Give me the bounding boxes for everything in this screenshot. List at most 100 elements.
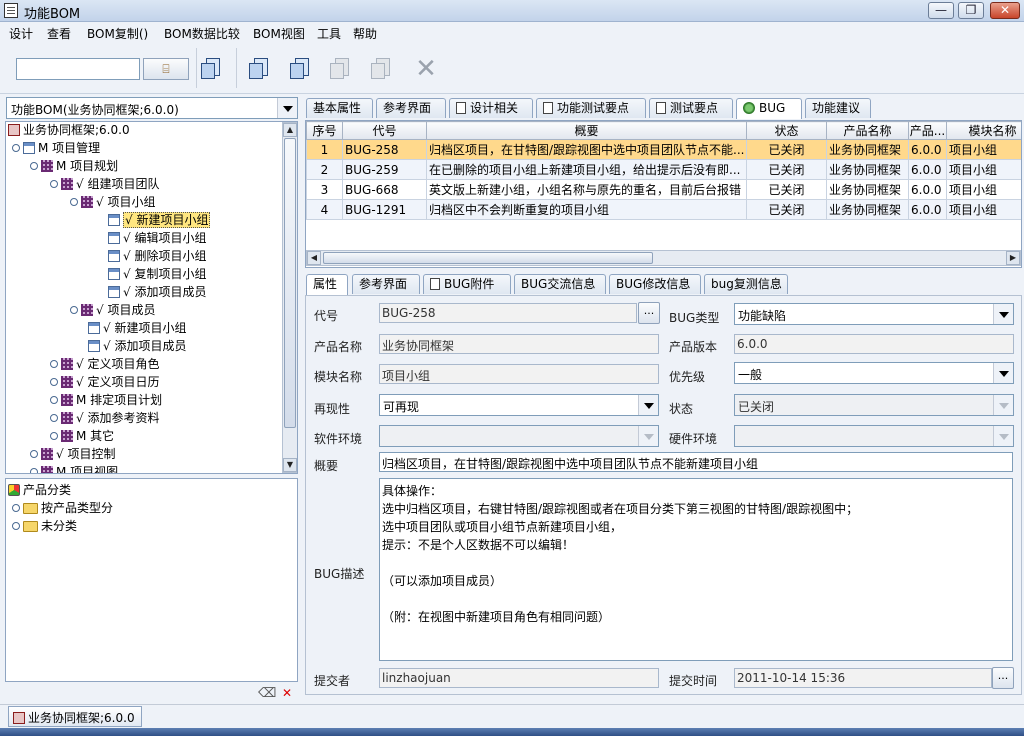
- paste-icon[interactable]: [327, 54, 357, 84]
- product-field[interactable]: 业务协同框架: [379, 334, 659, 354]
- menu-bom-compare[interactable]: BOM数据比较: [164, 25, 240, 42]
- chevron-down-icon[interactable]: [993, 304, 1013, 324]
- close-icon[interactable]: ✕: [282, 686, 292, 700]
- eraser-icon[interactable]: ⌫: [258, 686, 276, 701]
- submit-time-picker-button[interactable]: ...: [992, 667, 1014, 689]
- chevron-down-icon[interactable]: [993, 426, 1013, 446]
- bom-compare-icon[interactable]: [287, 54, 317, 84]
- expand-icon[interactable]: [70, 198, 78, 206]
- document-tab[interactable]: 业务协同框架;6.0.0: [8, 706, 142, 727]
- softenv-select[interactable]: [379, 425, 659, 447]
- code-field[interactable]: BUG-258: [379, 303, 637, 323]
- tab-design[interactable]: 设计相关: [449, 98, 533, 118]
- expand-icon[interactable]: [12, 144, 20, 152]
- chevron-down-icon[interactable]: [993, 363, 1013, 383]
- expand-icon[interactable]: [70, 306, 78, 314]
- status-select[interactable]: 已关闭: [734, 394, 1014, 416]
- tab-suggestion[interactable]: 功能建议: [805, 98, 871, 118]
- scroll-thumb[interactable]: [284, 138, 296, 428]
- tab-bug-communication[interactable]: BUG交流信息: [514, 274, 606, 294]
- tree-node[interactable]: √ 定义项目日历: [50, 374, 159, 391]
- tree-node[interactable]: 业务协同框架;6.0.0: [8, 122, 130, 139]
- table-row[interactable]: 3 BUG-668 英文版上新建小组，小组名称与原先的重名，目前后台报错 已关闭 业务协…: [306, 179, 1021, 200]
- tree-node[interactable]: √ 定义项目角色: [50, 356, 159, 373]
- tree-node[interactable]: √ 编辑项目小组: [108, 230, 206, 247]
- tree-node[interactable]: 未分类: [12, 518, 77, 535]
- summary-field[interactable]: 归档区项目，在甘特图/跟踪视图中选中项目团队节点不能新建项目小组: [379, 452, 1013, 472]
- hardenv-select[interactable]: [734, 425, 1014, 447]
- expand-icon[interactable]: [50, 396, 58, 404]
- refresh-icon[interactable]: [198, 54, 228, 84]
- minimize-button[interactable]: —: [928, 2, 954, 19]
- tree-node[interactable]: 按产品类型分: [12, 500, 113, 517]
- expand-icon[interactable]: [30, 162, 38, 170]
- tree-node[interactable]: 产品分类: [8, 482, 71, 499]
- tab-bug-attachment[interactable]: BUG附件: [423, 274, 511, 294]
- tree-node[interactable]: √ 复制项目小组: [108, 266, 206, 283]
- menu-bom-view[interactable]: BOM视图: [253, 25, 305, 42]
- menu-tools[interactable]: 工具: [317, 25, 341, 42]
- repro-select[interactable]: 可再现: [379, 394, 659, 416]
- tree-node[interactable]: √ 添加项目成员: [108, 284, 206, 301]
- scroll-up-icon[interactable]: ▲: [283, 123, 297, 137]
- tree-node[interactable]: M 项目管理: [12, 140, 100, 157]
- submitter-field[interactable]: linzhaojuan: [379, 668, 659, 688]
- expand-icon[interactable]: [12, 522, 20, 530]
- column-header[interactable]: 状态: [746, 121, 827, 140]
- tree-node[interactable]: √ 项目小组: [70, 194, 155, 211]
- tree-node[interactable]: √ 添加项目成员: [88, 338, 186, 355]
- table-row[interactable]: 2 BUG-259 在已删除的项目小组上新建项目小组，给出提示后没有即... 已关闭业…: [306, 159, 1021, 180]
- tab-bug-retest[interactable]: bug复测信息: [704, 274, 788, 294]
- tree-node[interactable]: M 其它: [50, 428, 114, 445]
- tab-test-points[interactable]: 测试要点: [649, 98, 733, 118]
- chevron-down-icon[interactable]: [638, 426, 658, 446]
- tree-node[interactable]: M 项目规划: [30, 158, 118, 175]
- tree-scrollbar[interactable]: ▲ ▼: [282, 122, 297, 473]
- expand-icon[interactable]: [30, 450, 38, 458]
- module-field[interactable]: 项目小组: [379, 364, 659, 384]
- bom-selector[interactable]: 功能BOM(业务协同框架;6.0.0): [6, 97, 298, 119]
- version-field[interactable]: 6.0.0: [734, 334, 1014, 354]
- search-input[interactable]: [16, 58, 140, 80]
- table-row[interactable]: 1 BUG-258 归档区项目，在甘特图/跟踪视图中选中项目团队节点不能... 已关闭…: [306, 139, 1021, 160]
- expand-icon[interactable]: [50, 432, 58, 440]
- scroll-down-icon[interactable]: ▼: [283, 458, 297, 472]
- expand-icon[interactable]: [30, 468, 38, 473]
- tree-node[interactable]: √ 添加参考资料: [50, 410, 159, 427]
- tree-node-selected[interactable]: √ 新建项目小组: [108, 212, 211, 229]
- tree-node[interactable]: √ 项目控制: [30, 446, 115, 463]
- menu-design[interactable]: 设计: [9, 25, 33, 42]
- tab-bug-modification[interactable]: BUG修改信息: [609, 274, 701, 294]
- scroll-right-icon[interactable]: ▶: [1006, 251, 1020, 265]
- code-browse-button[interactable]: ...: [638, 302, 660, 324]
- tree-node[interactable]: √ 新建项目小组: [88, 320, 186, 337]
- scroll-left-icon[interactable]: ◀: [307, 251, 321, 265]
- close-button[interactable]: ✕: [990, 2, 1020, 19]
- tab-bug[interactable]: BUG: [736, 98, 802, 119]
- tab-func-test-points[interactable]: 功能测试要点: [536, 98, 646, 118]
- column-header[interactable]: 序号: [306, 121, 343, 140]
- menu-bom-copy[interactable]: BOM复制(): [87, 25, 148, 42]
- tree-node[interactable]: M 项目视图: [30, 464, 118, 473]
- column-header[interactable]: 模块名称: [946, 121, 1021, 140]
- chevron-down-icon[interactable]: [277, 98, 297, 118]
- expand-icon[interactable]: [50, 180, 58, 188]
- undo-icon[interactable]: [368, 54, 398, 84]
- desc-textarea[interactable]: 具体操作： 选中归档区项目，右键甘特图/跟踪视图或者在项目分类下第三视图的甘特图…: [379, 478, 1013, 661]
- table-h-scrollbar[interactable]: ◀ ▶: [306, 250, 1021, 266]
- column-header[interactable]: 产品...: [908, 121, 947, 140]
- expand-icon[interactable]: [12, 504, 20, 512]
- tab-basic-props[interactable]: 基本属性: [306, 98, 373, 118]
- chevron-down-icon[interactable]: [993, 395, 1013, 415]
- delete-icon[interactable]: ✕: [411, 54, 441, 84]
- tab-attributes[interactable]: 属性: [306, 274, 348, 295]
- submit-time-field[interactable]: 2011-10-14 15:36: [734, 668, 992, 688]
- menu-help[interactable]: 帮助: [353, 25, 377, 42]
- expand-icon[interactable]: [50, 414, 58, 422]
- table-row[interactable]: 4 BUG-1291 归档区中不会判断重复的项目小组 已关闭 业务协同框架 6.0.0 项目…: [306, 199, 1021, 220]
- expand-icon[interactable]: [50, 378, 58, 386]
- column-header[interactable]: 概要: [426, 121, 747, 140]
- column-header[interactable]: 产品名称: [826, 121, 909, 140]
- priority-select[interactable]: 一般: [734, 362, 1014, 384]
- expand-icon[interactable]: [50, 360, 58, 368]
